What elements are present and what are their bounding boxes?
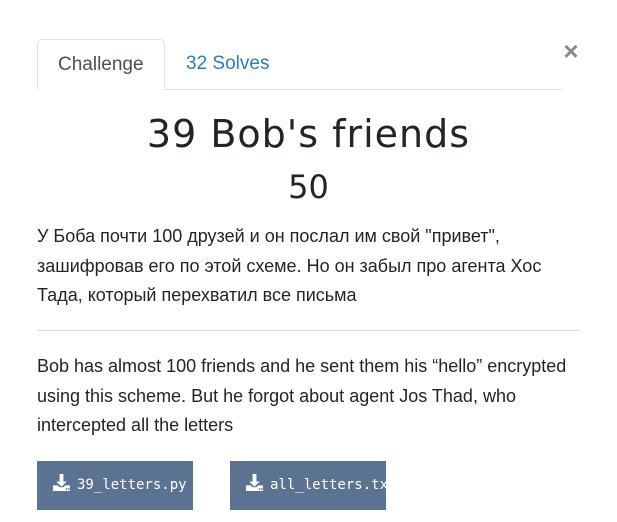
close-icon[interactable]: ×	[560, 38, 582, 64]
tab-challenge[interactable]: Challenge	[37, 39, 165, 90]
tab-bar: Challenge 32 Solves	[37, 39, 562, 90]
download-icon	[245, 473, 264, 492]
challenge-title: 39 Bob's friends	[146, 112, 471, 156]
tab-solves[interactable]: 32 Solves	[166, 39, 289, 89]
challenge-points: 50	[288, 168, 329, 206]
divider	[37, 330, 581, 331]
description-english: Bob has almost 100 friends and he sent t…	[37, 356, 567, 435]
file-name: all_letters.txt	[270, 477, 397, 493]
download-icon	[52, 473, 71, 492]
file-download-button-letters-py[interactable]: 39_letters.py	[37, 461, 193, 510]
challenge-modal: × Challenge 32 Solves 39 Bob's friends 5…	[0, 0, 617, 522]
file-download-button-all-letters-txt[interactable]: all_letters.txt	[230, 461, 396, 510]
description-russian: У Боба почти 100 друзей и он послал им с…	[37, 226, 542, 305]
file-name: 39_letters.py	[77, 477, 187, 493]
